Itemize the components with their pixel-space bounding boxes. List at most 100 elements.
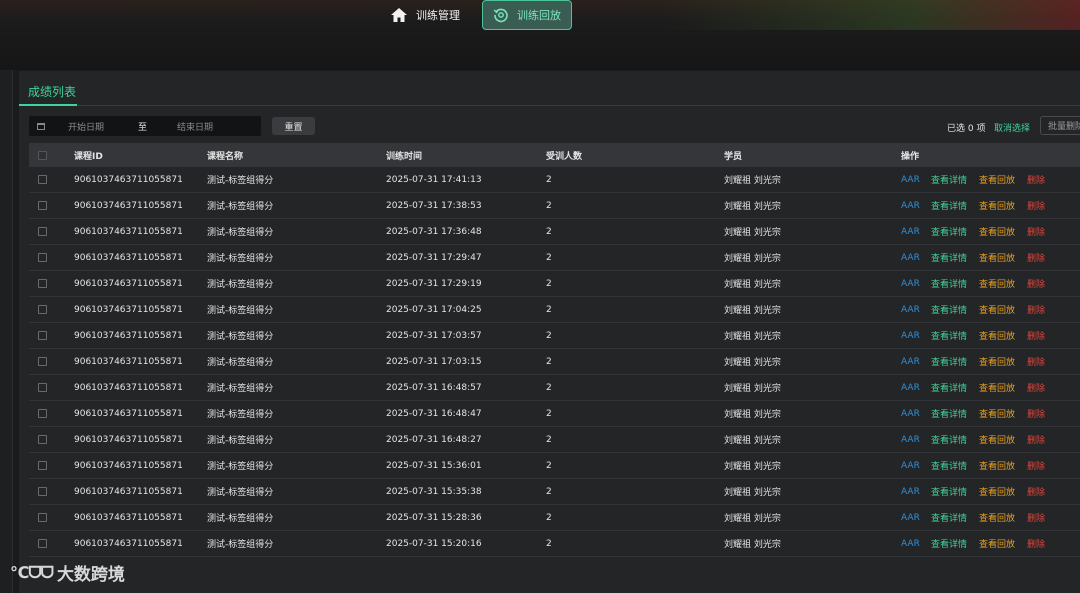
row-checkbox[interactable]: [38, 305, 47, 314]
delete-link[interactable]: 删除: [1027, 277, 1045, 290]
view-replay-link[interactable]: 查看回放: [979, 199, 1015, 212]
calendar-icon: [37, 122, 45, 130]
table-body: 9061037463711055871 测试-标签组得分 2025-07-31 17…: [29, 167, 1080, 557]
delete-link[interactable]: 删除: [1027, 251, 1045, 264]
aar-link[interactable]: AAR: [901, 435, 920, 445]
cell-trainee-count: 2: [546, 356, 552, 367]
view-replay-link[interactable]: 查看回放: [979, 251, 1015, 264]
aar-link[interactable]: AAR: [901, 175, 920, 185]
view-details-link[interactable]: 查看详情: [931, 511, 967, 524]
view-replay-link[interactable]: 查看回放: [979, 537, 1015, 550]
view-replay-link[interactable]: 查看回放: [979, 303, 1015, 316]
selected-count: 已选 0 项: [947, 124, 986, 134]
nav-training-management[interactable]: 训练管理: [390, 0, 460, 30]
delete-link[interactable]: 删除: [1027, 355, 1045, 368]
row-checkbox[interactable]: [38, 357, 47, 366]
delete-link[interactable]: 删除: [1027, 433, 1045, 446]
delete-link[interactable]: 删除: [1027, 511, 1045, 524]
view-details-link[interactable]: 查看详情: [931, 459, 967, 472]
view-details-link[interactable]: 查看详情: [931, 537, 967, 550]
delete-link[interactable]: 删除: [1027, 173, 1045, 186]
view-replay-link[interactable]: 查看回放: [979, 407, 1015, 420]
row-checkbox[interactable]: [38, 513, 47, 522]
delete-link[interactable]: 删除: [1027, 459, 1045, 472]
aar-link[interactable]: AAR: [901, 253, 920, 263]
date-range-picker[interactable]: 开始日期 至 结束日期: [29, 116, 261, 136]
view-details-link[interactable]: 查看详情: [931, 199, 967, 212]
view-replay-link[interactable]: 查看回放: [979, 433, 1015, 446]
aar-link[interactable]: AAR: [901, 383, 920, 393]
view-details-link[interactable]: 查看详情: [931, 485, 967, 498]
table-row: 9061037463711055871 测试-标签组得分 2025-07-31 17…: [29, 167, 1080, 193]
view-replay-link[interactable]: 查看回放: [979, 225, 1015, 238]
batch-delete-button[interactable]: 批量删除: [1040, 116, 1080, 135]
row-checkbox[interactable]: [38, 201, 47, 210]
view-replay-link[interactable]: 查看回放: [979, 355, 1015, 368]
delete-link[interactable]: 删除: [1027, 225, 1045, 238]
aar-link[interactable]: AAR: [901, 513, 920, 523]
view-details-link[interactable]: 查看详情: [931, 407, 967, 420]
view-details-link[interactable]: 查看详情: [931, 303, 967, 316]
view-details-link[interactable]: 查看详情: [931, 355, 967, 368]
view-replay-link[interactable]: 查看回放: [979, 329, 1015, 342]
select-all-checkbox[interactable]: [38, 150, 47, 160]
aar-link[interactable]: AAR: [901, 539, 920, 549]
delete-link[interactable]: 删除: [1027, 407, 1045, 420]
cell-trainee-count: 2: [546, 408, 552, 419]
nav-training-management-label: 训练管理: [416, 9, 460, 22]
row-checkbox[interactable]: [38, 279, 47, 288]
nav-training-replay[interactable]: 训练回放: [482, 0, 572, 30]
cell-training-time: 2025-07-31 16:48:57: [386, 382, 482, 393]
delete-link[interactable]: 删除: [1027, 485, 1045, 498]
view-replay-link[interactable]: 查看回放: [979, 511, 1015, 524]
aar-link[interactable]: AAR: [901, 409, 920, 419]
row-checkbox[interactable]: [38, 383, 47, 392]
aar-link[interactable]: AAR: [901, 487, 920, 497]
view-details-link[interactable]: 查看详情: [931, 173, 967, 186]
row-checkbox[interactable]: [38, 253, 47, 262]
view-replay-link[interactable]: 查看回放: [979, 173, 1015, 186]
view-details-link[interactable]: 查看详情: [931, 433, 967, 446]
aar-link[interactable]: AAR: [901, 201, 920, 211]
view-details-link[interactable]: 查看详情: [931, 329, 967, 342]
aar-link[interactable]: AAR: [901, 357, 920, 367]
view-replay-link[interactable]: 查看回放: [979, 277, 1015, 290]
cell-training-time: 2025-07-31 17:03:57: [386, 330, 482, 341]
aar-link[interactable]: AAR: [901, 227, 920, 237]
aar-link[interactable]: AAR: [901, 279, 920, 289]
cancel-selection-link[interactable]: 取消选择: [994, 121, 1030, 134]
view-details-link[interactable]: 查看详情: [931, 277, 967, 290]
aar-link[interactable]: AAR: [901, 461, 920, 471]
row-checkbox[interactable]: [38, 539, 47, 548]
start-date-input[interactable]: 开始日期: [68, 120, 104, 133]
delete-link[interactable]: 删除: [1027, 303, 1045, 316]
view-replay-link[interactable]: 查看回放: [979, 381, 1015, 394]
view-replay-link[interactable]: 查看回放: [979, 485, 1015, 498]
reset-button[interactable]: 重置: [272, 117, 315, 135]
delete-link[interactable]: 删除: [1027, 381, 1045, 394]
delete-link[interactable]: 删除: [1027, 199, 1045, 212]
row-checkbox[interactable]: [38, 487, 47, 496]
cell-course-id: 9061037463711055871: [74, 304, 183, 315]
cell-students: 刘耀祖 刘光宗: [724, 514, 781, 524]
cell-students: 刘耀祖 刘光宗: [724, 462, 781, 472]
row-checkbox[interactable]: [38, 227, 47, 236]
tab-score-list[interactable]: 成绩列表: [28, 83, 76, 100]
view-details-link[interactable]: 查看详情: [931, 381, 967, 394]
view-details-link[interactable]: 查看详情: [931, 251, 967, 264]
aar-link[interactable]: AAR: [901, 331, 920, 341]
row-checkbox[interactable]: [38, 409, 47, 418]
view-details-link[interactable]: 查看详情: [931, 225, 967, 238]
header-trainee-count: 受训人数: [546, 151, 583, 162]
delete-link[interactable]: 删除: [1027, 329, 1045, 342]
row-checkbox[interactable]: [38, 175, 47, 184]
cell-training-time: 2025-07-31 16:48:27: [386, 434, 482, 445]
delete-link[interactable]: 删除: [1027, 537, 1045, 550]
row-checkbox[interactable]: [38, 435, 47, 444]
aar-link[interactable]: AAR: [901, 305, 920, 315]
end-date-input[interactable]: 结束日期: [177, 120, 213, 133]
view-replay-link[interactable]: 查看回放: [979, 459, 1015, 472]
table-row: 9061037463711055871 测试-标签组得分 2025-07-31 15…: [29, 531, 1080, 557]
row-checkbox[interactable]: [38, 331, 47, 340]
row-checkbox[interactable]: [38, 461, 47, 470]
